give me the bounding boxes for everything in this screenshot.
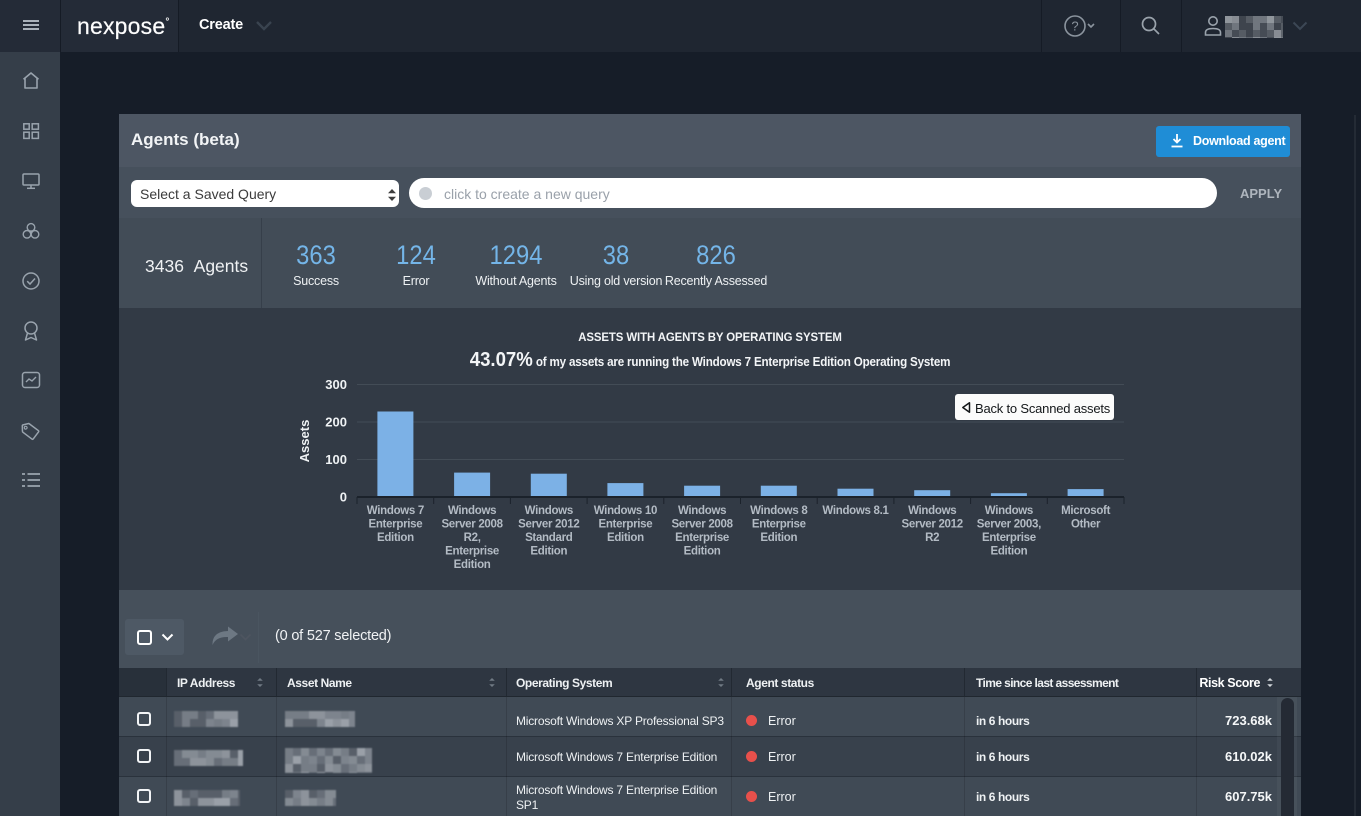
svg-text:Windows 10: Windows 10 <box>594 505 657 517</box>
svg-text:Enterprise: Enterprise <box>752 519 806 531</box>
svg-text:Enterprise: Enterprise <box>368 519 422 531</box>
svg-text:Standard: Standard <box>525 532 573 544</box>
svg-text:Windows 8: Windows 8 <box>750 505 808 517</box>
svg-text:Windows: Windows <box>985 505 1033 517</box>
svg-text:Windows: Windows <box>448 505 496 517</box>
svg-text:Enterprise: Enterprise <box>675 532 729 544</box>
svg-text:100: 100 <box>325 452 347 467</box>
svg-text:Edition: Edition <box>454 559 491 571</box>
svg-text:Edition: Edition <box>760 532 797 544</box>
svg-text:Enterprise: Enterprise <box>445 546 499 558</box>
svg-text:Server 2008: Server 2008 <box>671 519 733 531</box>
svg-text:Server 2003,: Server 2003, <box>977 519 1041 531</box>
svg-text:?: ? <box>1071 19 1078 34</box>
svg-text:Windows: Windows <box>525 505 573 517</box>
svg-text:Windows 8.1: Windows 8.1 <box>822 505 889 517</box>
svg-text:Microsoft: Microsoft <box>1061 505 1111 517</box>
svg-text:200: 200 <box>325 415 347 430</box>
svg-text:Assets: Assets <box>297 420 312 463</box>
svg-text:Edition: Edition <box>530 546 567 558</box>
svg-text:Enterprise: Enterprise <box>982 532 1036 544</box>
svg-text:Server 2008: Server 2008 <box>441 519 503 531</box>
svg-text:Windows: Windows <box>908 505 956 517</box>
svg-text:Windows 7: Windows 7 <box>367 505 424 517</box>
svg-text:300: 300 <box>325 377 347 392</box>
svg-text:0: 0 <box>340 490 347 505</box>
svg-text:Edition: Edition <box>377 532 414 544</box>
svg-text:Other: Other <box>1071 519 1101 531</box>
svg-text:R2,: R2, <box>464 532 481 544</box>
svg-text:Server 2012: Server 2012 <box>518 519 579 531</box>
svg-text:Edition: Edition <box>684 546 721 558</box>
svg-text:Edition: Edition <box>990 546 1027 558</box>
svg-text:Enterprise: Enterprise <box>598 519 652 531</box>
svg-text:Server 2012: Server 2012 <box>902 519 963 531</box>
svg-text:R2: R2 <box>925 532 939 544</box>
svg-text:Edition: Edition <box>607 532 644 544</box>
svg-text:Windows: Windows <box>678 505 726 517</box>
